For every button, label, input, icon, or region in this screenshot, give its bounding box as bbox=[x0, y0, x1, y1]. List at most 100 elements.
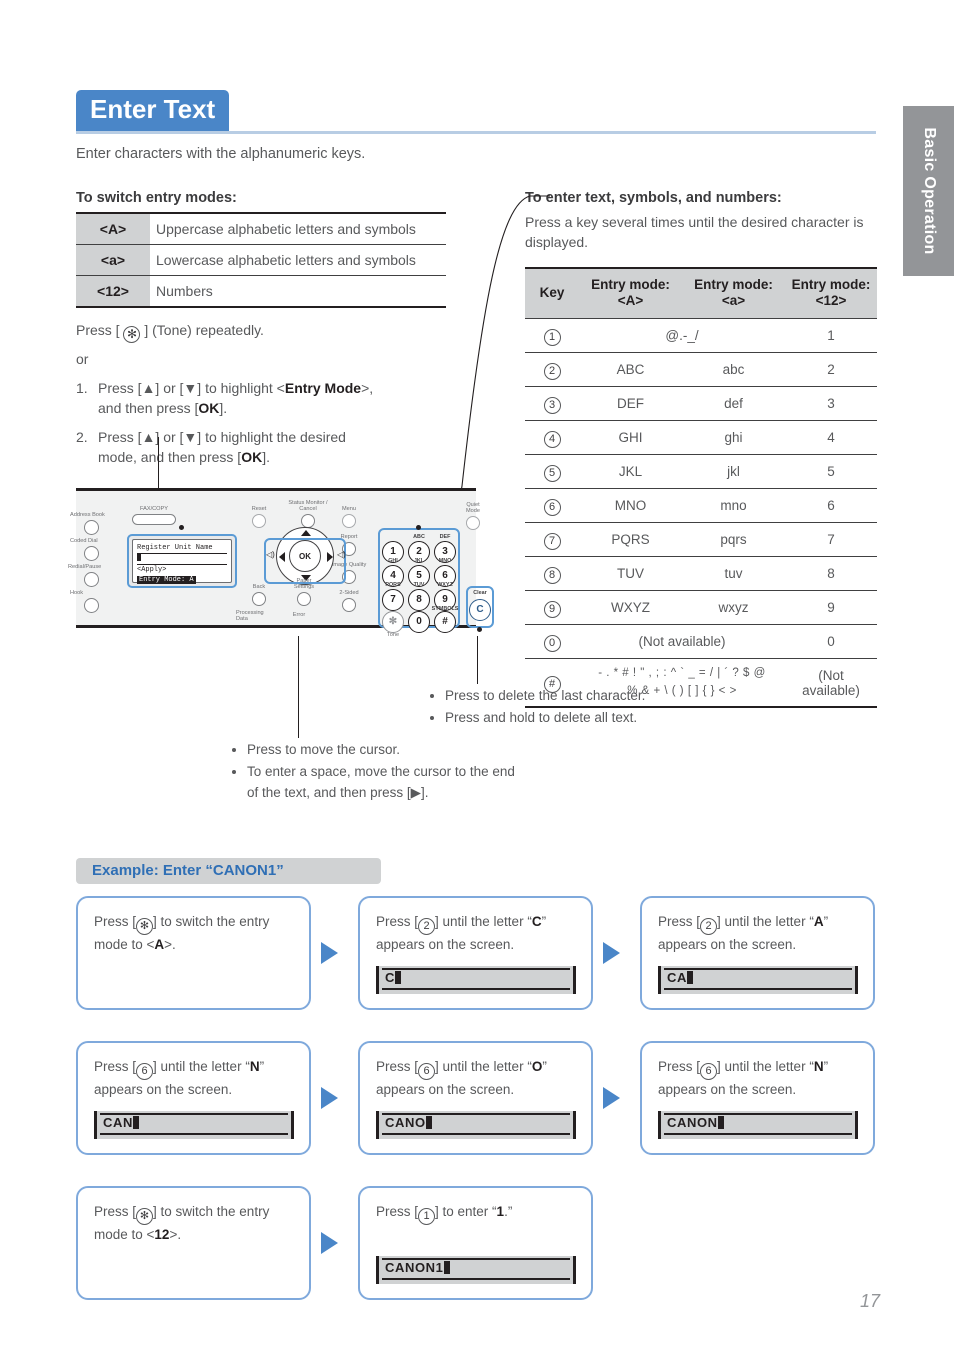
nav-up-arrow-icon[interactable] bbox=[301, 530, 311, 536]
chars-upper-lower: (Not available) bbox=[579, 624, 785, 660]
screen-text: C bbox=[385, 969, 401, 988]
key-cell: 7 bbox=[525, 522, 579, 558]
column-header-lower: Entry mode: <a> bbox=[682, 266, 785, 320]
reset-button[interactable] bbox=[252, 514, 266, 528]
keypad-key-8[interactable]: 8 bbox=[408, 589, 430, 611]
quiet-mode-line1: Quiet bbox=[466, 502, 480, 508]
quiet-mode-button[interactable] bbox=[466, 516, 480, 530]
step-number: 1. bbox=[76, 380, 88, 396]
example-step-1: Press [✻] to switch the entry mode to <A… bbox=[76, 896, 311, 1010]
back-label: Back bbox=[252, 584, 266, 590]
chars-lower: jkl bbox=[682, 454, 785, 490]
screen-bottom-rule bbox=[382, 1133, 570, 1135]
entry-modes-table: <A> Uppercase alphabetic letters and sym… bbox=[76, 212, 446, 308]
step-text-c: >. bbox=[164, 937, 176, 952]
address-book-button[interactable] bbox=[84, 520, 99, 535]
fax-copy-button[interactable] bbox=[132, 514, 176, 525]
two-sided-button[interactable] bbox=[342, 598, 356, 612]
chars-numeric: 3 bbox=[785, 386, 877, 422]
example-row: Press [✻] to switch the entry mode to <A… bbox=[76, 896, 878, 1026]
chars-lower: mno bbox=[682, 488, 785, 524]
manual-page: Basic Operation Enter Text Enter charact… bbox=[0, 0, 954, 1350]
step-line2-bold: OK bbox=[198, 400, 220, 417]
status-monitor-label: Status Monitor / Cancel bbox=[279, 500, 337, 513]
example-screen: CANON1 bbox=[376, 1256, 576, 1284]
screen-value: CAN bbox=[103, 1115, 133, 1130]
table-row: 7 PQRS pqrs 7 bbox=[525, 522, 877, 558]
keypad-key-0[interactable]: 0 bbox=[408, 611, 430, 633]
lcd-line-entry-mode: Entry Mode: A bbox=[137, 575, 227, 585]
table-row: 3 DEF def 3 bbox=[525, 386, 877, 422]
section-tab-label: Basic Operation bbox=[920, 127, 938, 255]
chars-numeric: 2 bbox=[785, 352, 877, 388]
screen-text: CANON bbox=[667, 1114, 724, 1133]
screen-bottom-rule bbox=[382, 1278, 570, 1280]
key-6-icon: 6 bbox=[136, 1063, 154, 1080]
step-bold: 12 bbox=[154, 1227, 170, 1242]
chars-lower: abc bbox=[682, 352, 785, 388]
menu-button[interactable] bbox=[342, 514, 356, 528]
example-screen: C bbox=[376, 966, 576, 994]
column-header-upper: Entry mode: <A> bbox=[579, 266, 682, 320]
screen-bottom-rule bbox=[100, 1133, 288, 1135]
screen-value: CANON bbox=[667, 1115, 718, 1130]
nav-right-arrow-icon[interactable] bbox=[327, 552, 333, 562]
paper-settings-button[interactable] bbox=[297, 592, 311, 606]
chars-upper: DEF bbox=[579, 386, 682, 422]
tone-key-icon: ✻ bbox=[123, 326, 141, 343]
chars-numeric: 9 bbox=[785, 590, 877, 626]
step-line2-bold: OK bbox=[241, 448, 263, 465]
hook-button[interactable] bbox=[84, 598, 99, 613]
text-cursor bbox=[443, 1261, 450, 1274]
status-monitor-button[interactable] bbox=[301, 514, 315, 528]
leader-line-keypad bbox=[457, 195, 550, 509]
enter-text-section: To enter text, symbols, and numbers: Pre… bbox=[525, 190, 877, 708]
step-text-b: ] until the letter “ bbox=[717, 914, 814, 929]
chars-numeric: 5 bbox=[785, 454, 877, 490]
example-steps-grid: Press [✻] to switch the entry mode to <A… bbox=[76, 896, 878, 1331]
coded-dial-button[interactable] bbox=[84, 546, 99, 561]
step-text-a: Press [ bbox=[376, 1059, 419, 1074]
cursor-callout-line2: of the text, and then press [▶]. bbox=[247, 784, 429, 800]
keypad-key-7[interactable]: 7 bbox=[382, 589, 404, 611]
flow-arrow-icon bbox=[321, 1087, 338, 1109]
chars-numeric: (Not available) bbox=[785, 658, 877, 708]
flow-arrow-icon bbox=[321, 942, 338, 964]
step-text-a: Press [ bbox=[94, 1059, 137, 1074]
list-item: Press and hold to delete all text. bbox=[445, 708, 770, 728]
clear-callout-dot bbox=[477, 627, 482, 632]
section-tab-basic-operation: Basic Operation bbox=[903, 106, 954, 276]
screen-value: CA bbox=[667, 970, 687, 985]
leader-line-clear-callout bbox=[477, 636, 479, 684]
example-step-6: Press [6] until the letter “N” appears o… bbox=[640, 1041, 875, 1155]
error-label: Error bbox=[292, 612, 306, 618]
example-screen: CAN bbox=[94, 1111, 294, 1139]
example-step-5: Press [6] until the letter “O” appears o… bbox=[358, 1041, 593, 1155]
step-text-b: ] until the letter “ bbox=[435, 1059, 532, 1074]
redial-pause-button[interactable] bbox=[84, 572, 99, 587]
flow-arrow-icon bbox=[603, 942, 620, 964]
press-prefix: Press [ bbox=[76, 322, 120, 338]
ok-button[interactable]: OK bbox=[289, 540, 321, 572]
nav-left-arrow-icon[interactable] bbox=[279, 552, 285, 562]
text-cursor bbox=[425, 1116, 432, 1129]
clear-button[interactable]: C bbox=[469, 599, 491, 621]
header-line2: <a> bbox=[721, 293, 746, 309]
text-cursor bbox=[686, 971, 693, 984]
list-item: Press to delete the last character. bbox=[445, 686, 770, 706]
switch-mode-steps: 1. Press [▲] or [▼] to highlight <Entry … bbox=[76, 378, 446, 467]
tone-label: Tone bbox=[386, 632, 400, 638]
press-suffix: ] (Tone) repeatedly. bbox=[144, 322, 264, 338]
back-button[interactable] bbox=[252, 592, 266, 606]
address-book-label: Address Book bbox=[70, 512, 105, 518]
screen-value: CANON1 bbox=[385, 1260, 444, 1275]
chars-numeric: 8 bbox=[785, 556, 877, 592]
key-0-icon: 0 bbox=[543, 635, 561, 653]
processing-line1: Processing bbox=[236, 610, 264, 616]
list-item: 1. Press [▲] or [▼] to highlight <Entry … bbox=[76, 378, 446, 419]
key-cell: 8 bbox=[525, 556, 579, 592]
or-label: or bbox=[76, 351, 89, 367]
step-text-a: Press [ bbox=[376, 1204, 419, 1219]
tone-key-button[interactable]: ✻ bbox=[382, 611, 404, 633]
keypad-key-hash[interactable]: # bbox=[434, 611, 456, 633]
